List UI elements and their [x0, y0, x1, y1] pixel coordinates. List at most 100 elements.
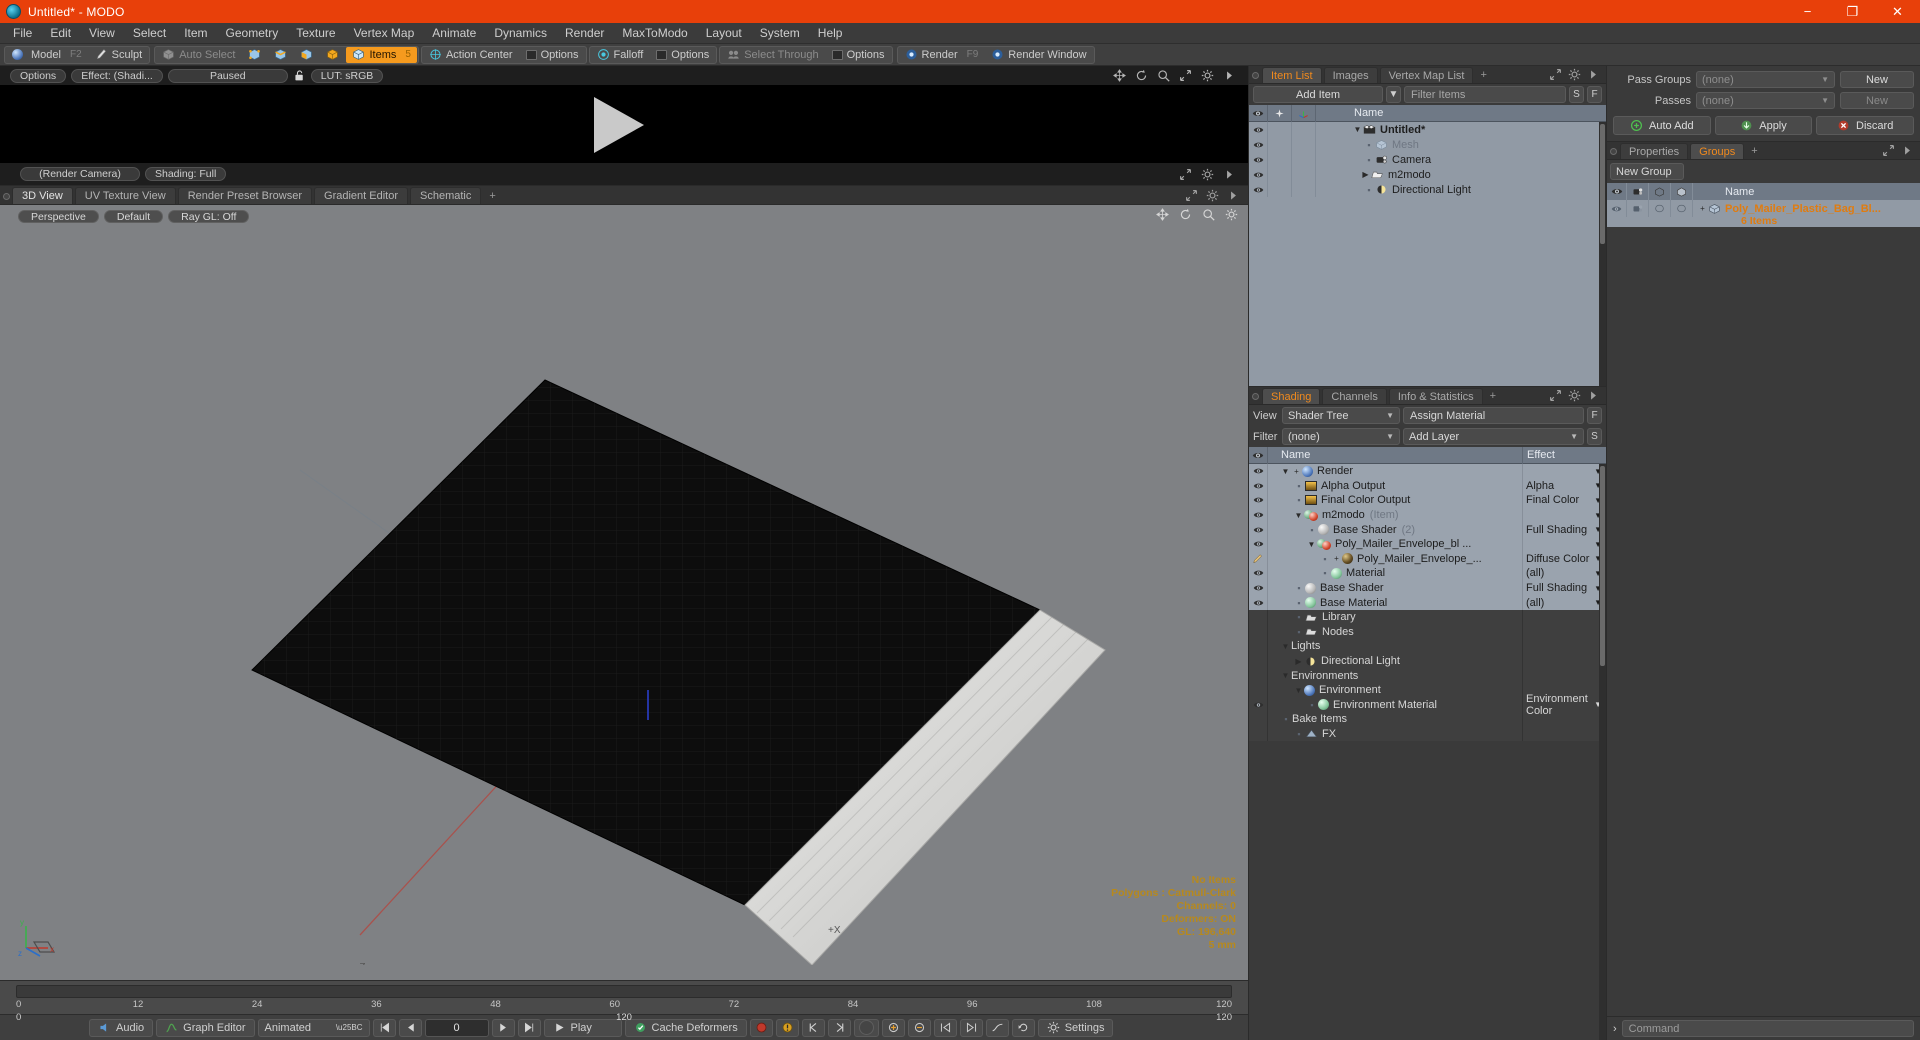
menu-item-view[interactable]: View: [80, 24, 124, 42]
row-name-cell[interactable]: + Poly_Mailer_Plastic_Bag_Bl... 6 Items: [1693, 200, 1920, 228]
assign-material-button[interactable]: Assign Material: [1403, 407, 1584, 424]
filter-s-button[interactable]: S: [1569, 86, 1584, 103]
falloff-button[interactable]: Falloff: [591, 47, 650, 63]
apply-button[interactable]: Apply: [1714, 116, 1813, 135]
filter-f-button[interactable]: F: [1587, 86, 1602, 103]
step-back-button[interactable]: [398, 1018, 422, 1037]
auto-select-button[interactable]: Auto Select: [156, 47, 241, 63]
through-options-button[interactable]: Options: [826, 47, 891, 63]
expand-icon[interactable]: +: [1291, 467, 1302, 476]
undo-button[interactable]: [1011, 1018, 1035, 1037]
shader-tree-row[interactable]: ▪ Environment Material Environment Color▼: [1249, 693, 1606, 717]
new-group-button[interactable]: New Group: [1610, 163, 1684, 180]
timeline[interactable]: 0 12 24 36 48 60 72 84 96 108 120 0 120 …: [0, 980, 1248, 1023]
row-visibility-toggle[interactable]: [1249, 697, 1268, 713]
row-visibility-toggle[interactable]: [1249, 624, 1268, 640]
row-name-cell[interactable]: ▪ Bake Items: [1268, 713, 1522, 725]
cache-deformers-button[interactable]: Cache Deformers: [624, 1018, 747, 1037]
chevron-right-icon[interactable]: [1587, 68, 1600, 81]
row-visibility-toggle[interactable]: [1249, 493, 1268, 508]
add-viewport-tab-button[interactable]: +: [483, 187, 501, 204]
add-item-button[interactable]: Add Item: [1253, 86, 1383, 103]
row-shade-toggle[interactable]: [1671, 200, 1693, 217]
row-effect-select[interactable]: [1522, 726, 1606, 742]
table-row[interactable]: ▼ Untitled*: [1249, 122, 1606, 137]
timeline-track[interactable]: [16, 985, 1232, 998]
chevron-right-icon[interactable]: [1227, 189, 1240, 202]
edge-select-button[interactable]: [268, 47, 293, 63]
tab-3d-view[interactable]: 3D View: [12, 187, 73, 204]
unlock-icon[interactable]: [293, 69, 306, 82]
row-effect-select[interactable]: Full Shading▼: [1522, 522, 1606, 537]
add-item-dropdown-button[interactable]: ▼: [1386, 86, 1401, 103]
row-name-cell[interactable]: ▪ Environment Material: [1268, 699, 1522, 711]
row-visibility-toggle[interactable]: [1249, 137, 1268, 152]
fit-icon[interactable]: [1185, 189, 1198, 202]
row-name-cell[interactable]: ▪ Base Material: [1268, 597, 1522, 609]
chevron-right-icon[interactable]: [1901, 144, 1914, 157]
step-forward-button[interactable]: [491, 1018, 515, 1037]
row-effect-select[interactable]: Environment Color▼: [1522, 693, 1606, 717]
fit-icon[interactable]: [1882, 144, 1895, 157]
row-effect-select[interactable]: Final Color▼: [1522, 493, 1606, 508]
viewport-perspective-button[interactable]: Perspective: [18, 210, 99, 223]
command-input[interactable]: Command: [1621, 1020, 1914, 1037]
row-visibility-toggle[interactable]: [1249, 712, 1268, 727]
row-visibility-toggle[interactable]: [1249, 609, 1268, 625]
minimize-button[interactable]: −: [1785, 0, 1830, 23]
gear-icon[interactable]: [1201, 168, 1214, 181]
row-visibility-toggle[interactable]: [1249, 478, 1268, 494]
record-button[interactable]: [749, 1018, 773, 1037]
row-name-cell[interactable]: ▼ Environments: [1268, 670, 1522, 682]
row-name-cell[interactable]: ▪ Library: [1268, 611, 1522, 623]
row-effect-select[interactable]: Diffuse Color▼: [1522, 551, 1606, 567]
row-name-cell[interactable]: ▼ Untitled*: [1316, 124, 1606, 136]
current-frame-field[interactable]: 0: [424, 1018, 489, 1037]
row-visibility-toggle[interactable]: [1249, 726, 1268, 742]
rotate-icon[interactable]: [1179, 208, 1192, 221]
render-preview-canvas[interactable]: [0, 85, 1248, 163]
menu-item-dynamics[interactable]: Dynamics: [485, 24, 556, 42]
passes-select[interactable]: (none) ▼: [1696, 92, 1835, 109]
row-name-cell[interactable]: ▪ Camera: [1316, 154, 1606, 166]
disclosure-down-icon[interactable]: ▼: [1306, 540, 1317, 549]
falloff-options-button[interactable]: Options: [650, 47, 715, 63]
disclosure-down-icon[interactable]: ▼: [1280, 467, 1291, 476]
expand-icon[interactable]: +: [1697, 204, 1708, 213]
menu-item-vertex-map[interactable]: Vertex Map: [345, 24, 424, 42]
fit-icon[interactable]: [1179, 168, 1192, 181]
key-next-button[interactable]: [827, 1018, 851, 1037]
shader-tree-row[interactable]: ▪ Final Color Output Final Color▼: [1249, 493, 1606, 508]
expand-icon[interactable]: +: [1331, 554, 1342, 563]
disclosure-down-icon[interactable]: ▼: [1280, 671, 1291, 680]
key-remove-button[interactable]: [907, 1018, 931, 1037]
tab-channels[interactable]: Channels: [1322, 388, 1387, 404]
action-center-button[interactable]: Action Center: [423, 47, 519, 63]
menu-item-system[interactable]: System: [751, 24, 809, 42]
add-layer-button[interactable]: Add Layer ▼: [1403, 428, 1584, 445]
shader-tree-row[interactable]: ▼ Lights: [1249, 639, 1606, 654]
zoom-icon[interactable]: [1202, 208, 1215, 221]
menu-item-file[interactable]: File: [4, 24, 41, 42]
shader-filter-select[interactable]: (none) ▼: [1282, 428, 1400, 445]
settings-button[interactable]: Settings: [1037, 1018, 1114, 1037]
row-camera-toggle[interactable]: [1627, 200, 1649, 217]
tab-groups[interactable]: Groups: [1690, 143, 1745, 159]
shader-tree-row[interactable]: ▼ m2modo (Item) ▼: [1249, 507, 1606, 523]
key-prev-button[interactable]: [801, 1018, 825, 1037]
rotate-icon[interactable]: [1135, 69, 1148, 82]
audio-button[interactable]: Audio: [89, 1018, 154, 1037]
row-name-cell[interactable]: ▶ Directional Light: [1268, 655, 1522, 667]
disclosure-down-icon[interactable]: ▼: [1352, 125, 1363, 134]
items-select-button[interactable]: Items 5: [346, 46, 417, 63]
shader-view-select[interactable]: Shader Tree ▼: [1282, 407, 1400, 424]
render-state-button[interactable]: Paused: [167, 68, 288, 83]
fit-icon[interactable]: [1179, 69, 1192, 82]
item-list-scrollbar[interactable]: [1599, 122, 1606, 386]
row-effect-select[interactable]: ▼: [1522, 536, 1606, 552]
new-pass-button[interactable]: New: [1840, 92, 1914, 109]
shader-tree-row[interactable]: ▪ Base Material (all)▼: [1249, 595, 1606, 610]
row-visibility-toggle[interactable]: [1249, 668, 1268, 683]
row-effect-select[interactable]: [1522, 639, 1606, 654]
close-button[interactable]: ✕: [1875, 0, 1920, 23]
